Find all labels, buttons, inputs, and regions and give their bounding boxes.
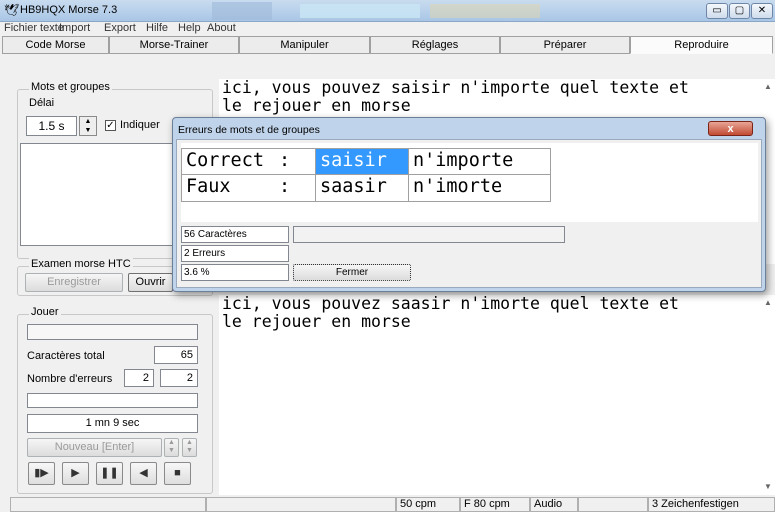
tab-morse-trainer[interactable]: Morse-Trainer (109, 36, 239, 54)
typed-text: ici, vous pouvez saasir n'imorte quel te… (222, 294, 679, 331)
nouveau-button[interactable]: Nouveau [Enter] (27, 438, 162, 457)
correct-word-1: saisir (315, 148, 414, 176)
status-audio: Audio (530, 497, 578, 512)
status-cell-empty (578, 497, 648, 512)
faux-word-2: n'imorte (408, 174, 551, 202)
stop-icon[interactable]: ■ (164, 462, 191, 485)
dialog-title: Erreurs de mots et de groupes (178, 124, 320, 136)
row-sep-correct: : (275, 148, 320, 176)
menu-item-import[interactable]: Import (59, 22, 90, 34)
taskbar-blur (430, 4, 540, 18)
delai-label: Délai (29, 97, 55, 109)
dialog-body: Correct : saisir n'importe Faux : saasir… (176, 139, 762, 288)
tab-code-morse[interactable]: Code Morse (2, 36, 109, 54)
caracteres-total-field: 65 (154, 346, 198, 364)
dialog-progress (293, 226, 565, 243)
menu-item-export[interactable]: Export (104, 22, 136, 34)
status-cpm: 50 cpm (396, 497, 460, 512)
maximize-button[interactable]: ▢ (729, 3, 750, 19)
play-icon[interactable]: ▶ (62, 462, 89, 485)
correct-word-2: n'importe (408, 148, 551, 176)
tab-preparer[interactable]: Préparer (500, 36, 630, 54)
examen-label: Examen morse HTC (29, 258, 133, 270)
close-window-button[interactable]: ✕ (751, 3, 773, 19)
status-field (27, 393, 198, 408)
pause-icon[interactable]: ❚❚ (96, 462, 123, 485)
menu-bar: Fichier texte Import Export Hilfe Help A… (0, 22, 775, 36)
back-icon[interactable]: ◀ (130, 462, 157, 485)
close-icon[interactable]: x (708, 121, 753, 136)
time-field: 1 mn 9 sec (27, 414, 198, 433)
errors-count: 2 Erreurs (181, 245, 289, 262)
caracteres-total-label: Caractères total (27, 350, 105, 362)
jouer-label: Jouer (29, 306, 61, 318)
tab-reglages[interactable]: Réglages (370, 36, 500, 54)
taskbar-blur (300, 4, 420, 18)
erreurs-field-a: 2 (124, 369, 154, 387)
menu-item-help[interactable]: Help (178, 22, 201, 34)
status-zeichen: 3 Zeichenfestigen (648, 497, 775, 512)
spin-left-button[interactable]: ▲ ▼ (164, 438, 179, 457)
scroll-up-icon[interactable]: ▲ (764, 82, 772, 91)
scroll-down-icon[interactable]: ▼ (764, 482, 772, 491)
menu-item-hilfe[interactable]: Hilfe (146, 22, 168, 34)
status-cell-empty (10, 497, 206, 512)
mots-groupes-label: Mots et groupes (29, 81, 112, 93)
tab-manipuler[interactable]: Manipuler (239, 36, 370, 54)
indiquer-label: Indiquer (120, 119, 160, 131)
tab-reproduire[interactable]: Reproduire (630, 36, 773, 54)
progress-bar (27, 324, 198, 340)
title-bar: 🕊 HB9HQX Morse 7.3 ▭ ▢ ✕ (0, 0, 775, 22)
minimize-button[interactable]: ▭ (706, 3, 728, 19)
menu-item-fichier[interactable]: Fichier texte (4, 22, 64, 34)
fermer-button[interactable]: Fermer (293, 264, 411, 281)
delai-spinner[interactable]: ▲ ▼ (79, 116, 97, 136)
status-cell-empty (206, 497, 396, 512)
status-fcpm: F 80 cpm (460, 497, 530, 512)
menu-item-about[interactable]: About (207, 22, 236, 34)
chars-count: 56 Caractères (181, 226, 289, 243)
dove-icon: 🕊 (4, 3, 20, 17)
error-percent: 3.6 % (181, 264, 289, 281)
erreurs-field-b: 2 (160, 369, 198, 387)
ouvrir-button[interactable]: Ouvrir (128, 273, 173, 292)
nombre-erreurs-label: Nombre d'erreurs (27, 373, 113, 385)
row-sep-faux: : (275, 174, 320, 202)
enregistrer-button[interactable]: Enregistrer (25, 273, 123, 292)
play-step-icon[interactable]: ▮▶ (28, 462, 55, 485)
taskbar-blur (212, 2, 272, 20)
indiquer-checkbox[interactable]: ✓ (105, 120, 116, 131)
errors-dialog: Erreurs de mots et de groupes x Correct … (172, 117, 766, 292)
scroll-up-icon[interactable]: ▲ (764, 298, 772, 307)
typed-text-area[interactable]: ici, vous pouvez saasir n'imorte quel te… (219, 295, 775, 495)
window-title: HB9HQX Morse 7.3 (20, 4, 118, 16)
delai-field[interactable]: 1.5 s (26, 116, 77, 136)
source-text: ici, vous pouvez saisir n'importe quel t… (222, 78, 689, 115)
spin-right-button[interactable]: ▲ ▼ (182, 438, 197, 457)
faux-word-1: saasir (315, 174, 414, 202)
